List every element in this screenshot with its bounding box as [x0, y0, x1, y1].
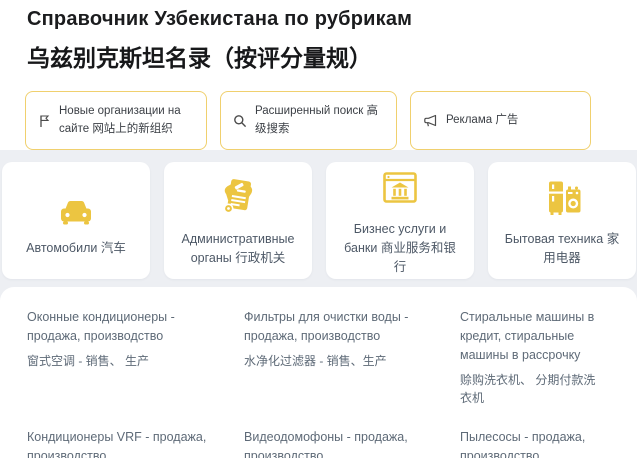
category-label-zh: 汽车 — [101, 241, 126, 255]
car-icon — [57, 183, 95, 225]
rubric-links-panel: Оконные кондиционеры - продажа, производ… — [0, 287, 637, 458]
categories-section: Автомобили 汽车 Административные органы 行政… — [0, 150, 637, 458]
category-cards-row: Автомобили 汽车 Административные органы 行政… — [0, 162, 637, 279]
rubric-link-ru[interactable]: Кондиционеры VRF - продажа, производство — [27, 428, 230, 458]
rubric-item-washing-machines-credit: Стиральные машины в кредит, стиральные м… — [460, 308, 611, 407]
rubric-link-zh[interactable]: 赊购洗衣机、 分期付款洗衣机 — [460, 371, 597, 407]
quick-link-label: Расширенный поиск 高级搜索 — [255, 103, 384, 139]
category-label-ru: Автомобили — [26, 241, 97, 255]
quick-link-label: Реклама 广告 — [446, 112, 578, 130]
category-card-label: Автомобили 汽车 — [14, 239, 138, 258]
category-label-ru: Бытовая техника — [505, 232, 604, 246]
administrative-doc-icon — [218, 174, 258, 216]
rubric-item-video-intercoms: Видеодомофоны - продажа, производство 可视… — [244, 428, 460, 458]
category-card-business-services-banks[interactable]: Бизнес услуги и банки 商业服务和银行 — [326, 162, 474, 279]
quick-links-row: Новые организации на сайте 网站上的新组织 Расши… — [25, 91, 627, 150]
appliances-icon — [543, 174, 581, 216]
rubric-link-zh[interactable]: 水净化过滤器 - 销售、生产 — [244, 352, 446, 370]
rubric-link-ru[interactable]: Стиральные машины в кредит, стиральные м… — [460, 308, 597, 365]
quick-link-label-ru: Расширенный поиск — [255, 105, 363, 117]
bank-window-icon — [380, 164, 420, 206]
rubric-link-ru[interactable]: Видеодомофоны - продажа, производство — [244, 428, 446, 458]
quick-link-label-ru: Реклама — [446, 114, 492, 126]
rubric-link-ru[interactable]: Оконные кондиционеры - продажа, производ… — [27, 308, 230, 346]
page-title-zh: 乌兹别克斯坦名录（按评分量规） — [27, 39, 627, 73]
rubric-item-vacuum-cleaners: Пылесосы - продажа, производство 真空吸尘器 -… — [460, 428, 611, 458]
category-label-zh: 行政机关 — [235, 251, 285, 265]
rubric-item-water-filters: Фильтры для очистки воды - продажа, прои… — [244, 308, 460, 407]
quick-link-label-zh: 广告 — [495, 114, 518, 126]
page-header: Справочник Узбекистана по рубрикам 乌兹别克斯… — [0, 0, 637, 150]
quick-link-label: Новые организации на сайте 网站上的新组织 — [59, 103, 194, 139]
category-card-household-appliances[interactable]: Бытовая техника 家用电器 — [488, 162, 636, 279]
new-organizations-button[interactable]: Новые организации на сайте 网站上的新组织 — [25, 91, 207, 150]
page-title-ru: Справочник Узбекистана по рубрикам — [27, 8, 627, 31]
quick-link-label-zh: 网站上的新组织 — [92, 123, 173, 135]
rubric-link-zh[interactable]: 窗式空调 - 销售、 生产 — [27, 352, 230, 370]
category-card-automobiles[interactable]: Автомобили 汽车 — [2, 162, 150, 279]
category-card-label: Бизнес услуги и банки 商业服务和银行 — [326, 220, 474, 276]
rubric-link-ru[interactable]: Фильтры для очистки воды - продажа, прои… — [244, 308, 446, 346]
rubric-link-ru[interactable]: Пылесосы - продажа, производство — [460, 428, 597, 458]
megaphone-icon — [423, 114, 438, 128]
search-icon — [233, 114, 247, 128]
category-card-label: Административные органы 行政机关 — [164, 230, 312, 268]
category-label-zh: 商业服务和银行 — [381, 241, 456, 274]
category-card-label: Бытовая техника 家用电器 — [488, 230, 636, 268]
advertising-button[interactable]: Реклама 广告 — [410, 91, 591, 150]
directory-page: Справочник Узбекистана по рубрикам 乌兹别克斯… — [0, 0, 637, 458]
category-card-administrative-organs[interactable]: Административные органы 行政机关 — [164, 162, 312, 279]
flag-icon — [38, 114, 51, 128]
rubric-item-window-air-conditioners: Оконные кондиционеры - продажа, производ… — [27, 308, 244, 407]
advanced-search-button[interactable]: Расширенный поиск 高级搜索 — [220, 91, 397, 150]
rubric-item-vrf-air-conditioners: Кондиционеры VRF - продажа, производство… — [27, 428, 244, 458]
